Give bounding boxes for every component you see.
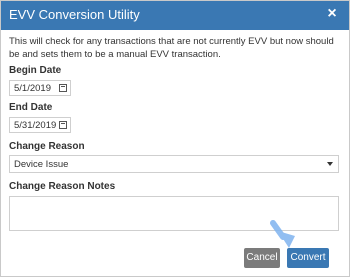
change-reason-select[interactable]: Device Issue [9, 155, 339, 173]
end-date-field[interactable]: 5/31/2019 [9, 117, 71, 133]
calendar-icon[interactable] [59, 84, 67, 92]
evv-conversion-dialog: EVV Conversion Utility × This will check… [0, 0, 350, 277]
begin-date-field[interactable]: 5/1/2019 [9, 80, 71, 96]
end-date-label: End Date [9, 102, 53, 113]
cancel-button[interactable]: Cancel [244, 248, 280, 268]
close-icon[interactable]: × [323, 5, 341, 23]
change-reason-selected: Device Issue [14, 159, 69, 170]
end-date-value: 5/31/2019 [14, 120, 57, 131]
calendar-icon[interactable] [59, 121, 67, 129]
begin-date-value: 5/1/2019 [14, 83, 51, 94]
change-reason-notes-field[interactable] [9, 196, 339, 231]
chevron-down-icon [327, 162, 333, 166]
begin-date-label: Begin Date [9, 65, 62, 76]
change-reason-label: Change Reason [9, 141, 85, 152]
change-reason-notes-label: Change Reason Notes [9, 181, 116, 192]
dialog-description: This will check for any transactions tha… [9, 36, 334, 60]
convert-button[interactable]: Convert [287, 248, 329, 268]
dialog-titlebar: EVV Conversion Utility × [1, 1, 349, 30]
dialog-title: EVV Conversion Utility [9, 7, 140, 22]
